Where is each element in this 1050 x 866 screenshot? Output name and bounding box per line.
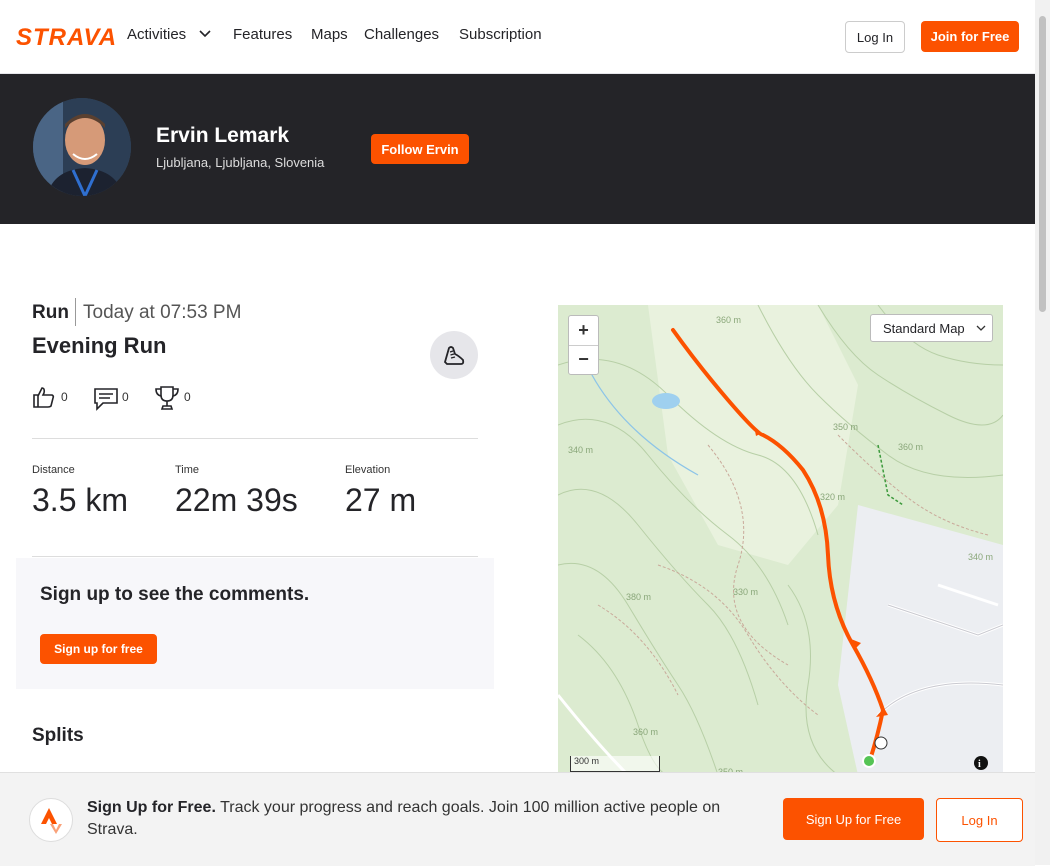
nav-maps[interactable]: Maps	[311, 26, 348, 43]
follow-button[interactable]: Follow Ervin	[371, 134, 469, 164]
join-button[interactable]: Join for Free	[921, 21, 1019, 52]
kudos-icon[interactable]	[32, 385, 56, 409]
stat-label-distance: Distance	[32, 464, 75, 476]
stat-label-time: Time	[175, 464, 200, 476]
shoe-icon	[443, 346, 465, 365]
strava-badge-icon	[29, 798, 73, 842]
zoom-control: + −	[568, 315, 599, 375]
strava-logo[interactable]: STRAVA	[16, 24, 117, 52]
activity-time: Today at 07:53 PM	[83, 302, 242, 323]
svg-text:360 m: 360 m	[633, 727, 658, 737]
activity-type: Run	[32, 302, 69, 323]
svg-text:320 m: 320 m	[820, 492, 845, 502]
avatar[interactable]	[33, 98, 131, 196]
banner-signup-button[interactable]: Sign Up for Free	[783, 798, 924, 840]
athlete-header	[0, 74, 1035, 224]
login-button[interactable]: Log In	[845, 21, 905, 53]
nav-subscription[interactable]: Subscription	[459, 26, 542, 43]
comments-count: 0	[122, 390, 129, 404]
svg-text:350 m: 350 m	[833, 422, 858, 432]
comment-icon[interactable]	[93, 387, 119, 411]
svg-text:330 m: 330 m	[733, 587, 758, 597]
svg-text:i: i	[978, 759, 981, 770]
chevron-down-icon	[199, 30, 211, 38]
comments-heading: Sign up to see the comments.	[40, 584, 310, 605]
svg-text:380 m: 380 m	[626, 592, 651, 602]
kudos-count: 0	[61, 390, 68, 404]
zoom-out-button[interactable]: −	[569, 345, 598, 374]
stat-label-elevation: Elevation	[345, 464, 391, 476]
stat-value-time: 22m 39s	[175, 482, 298, 518]
achievements-count: 0	[184, 390, 191, 404]
gear-shoe-button[interactable]	[430, 331, 478, 379]
comments-panel	[16, 558, 494, 689]
divider	[32, 438, 478, 439]
scrollbar-thumb[interactable]	[1039, 16, 1046, 312]
banner-login-button[interactable]: Log In	[936, 798, 1023, 842]
stat-value-distance: 3.5 km	[32, 482, 129, 518]
nav-challenges[interactable]: Challenges	[364, 26, 439, 43]
trophy-icon[interactable]	[154, 385, 180, 411]
svg-text:340 m: 340 m	[568, 445, 593, 455]
activity-title: Evening Run	[32, 333, 167, 358]
nav-activities[interactable]: Activities	[127, 26, 212, 43]
divider	[32, 556, 478, 557]
splits-heading: Splits	[32, 725, 84, 746]
map-scale: 300 m	[570, 756, 660, 772]
stat-value-elevation: 27 m	[345, 482, 417, 518]
svg-text:360 m: 360 m	[898, 442, 923, 452]
svg-text:360 m: 360 m	[716, 315, 741, 325]
route-map[interactable]: 360 m 340 m 350 m 360 m 320 m 380 m 330 …	[558, 305, 1003, 775]
divider	[75, 298, 76, 326]
svg-text:340 m: 340 m	[968, 552, 993, 562]
map-type-select[interactable]: Standard Map	[870, 314, 993, 342]
zoom-in-button[interactable]: +	[569, 316, 598, 346]
chevron-down-icon	[976, 325, 986, 331]
banner-message: Sign Up for Free. Track your progress an…	[87, 799, 721, 838]
athlete-name[interactable]: Ervin Lemark	[156, 124, 289, 148]
nav-features[interactable]: Features	[233, 26, 292, 43]
signup-button[interactable]: Sign up for free	[40, 634, 157, 664]
athlete-location: Ljubljana, Ljubljana, Slovenia	[156, 155, 325, 170]
